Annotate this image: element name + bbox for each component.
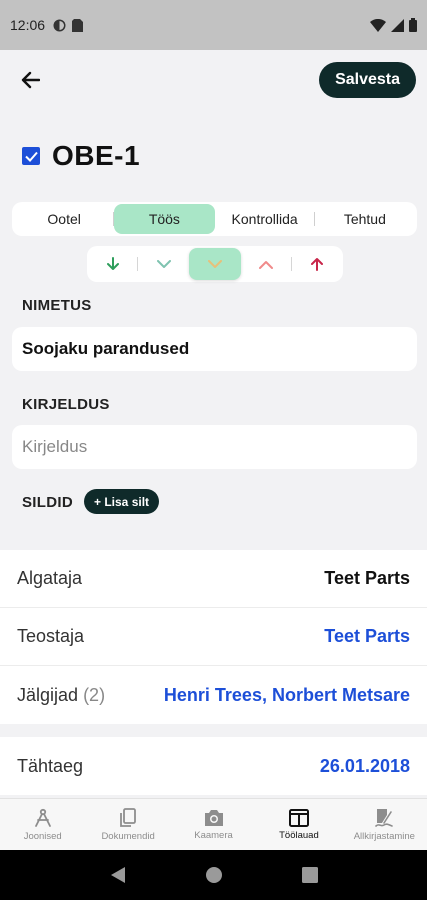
followers-value[interactable]: Henri Trees, Norbert Metsare [164, 685, 410, 706]
status-bar: 12:06 [0, 0, 427, 50]
initiator-value: Teet Parts [324, 568, 410, 588]
assignee-row[interactable]: Teostaja Teet Parts [0, 608, 427, 666]
priority-selector [87, 246, 343, 282]
check-icon [24, 151, 38, 162]
status-time: 12:06 [10, 17, 46, 33]
nav-kaamera[interactable]: Kaamera [171, 799, 256, 850]
documents-icon [120, 807, 137, 827]
initiator-label: Algataja [17, 568, 83, 588]
followers-label: Jälgijad [17, 684, 79, 705]
nav-joonised[interactable]: Joonised [0, 799, 85, 850]
nav-label: Dokumendid [101, 830, 155, 842]
priority-highest[interactable] [292, 248, 343, 280]
signature-icon [375, 808, 394, 827]
battery-icon [409, 18, 417, 32]
name-label: NIMETUS [22, 297, 92, 314]
title-row: OBE-1 [22, 140, 140, 172]
page-title: OBE-1 [52, 140, 141, 171]
arrow-down-icon [106, 257, 119, 270]
tab-label: Ootel [47, 211, 81, 227]
home-circle-icon[interactable] [205, 866, 223, 884]
details-group: Algataja Teet Parts Teostaja Teet Parts … [0, 550, 427, 724]
arrow-up-icon [311, 258, 324, 271]
back-triangle-icon[interactable] [110, 866, 126, 884]
tab-toos[interactable]: Töös [114, 204, 215, 234]
bottom-nav: Joonised Dokumendid Kaamera Töölauad All… [0, 798, 427, 850]
tab-label: Tehtud [343, 211, 386, 227]
nav-label: Joonised [23, 830, 62, 842]
wifi-icon [370, 18, 386, 32]
tab-kontrollida[interactable]: Kontrollida [215, 204, 315, 234]
followers-count: (2) [83, 684, 106, 705]
description-label: KIRJELDUS [22, 396, 110, 413]
arrow-left-icon [21, 71, 40, 89]
board-icon [288, 808, 309, 827]
priority-medium[interactable] [189, 248, 241, 280]
android-nav-bar [0, 850, 427, 900]
tab-ootel[interactable]: Ootel [14, 204, 115, 234]
done-checkbox[interactable] [22, 147, 40, 165]
signal-icon [391, 18, 404, 32]
name-field[interactable]: Soojaku parandused [12, 327, 417, 371]
priority-high[interactable] [241, 248, 292, 280]
save-button[interactable]: Salvesta [319, 62, 416, 98]
followers-label-group: Jälgijad (2) [17, 685, 105, 706]
recents-square-icon[interactable] [301, 867, 318, 883]
nav-dokumendid[interactable]: Dokumendid [85, 799, 170, 850]
tab-label: Kontrollida [231, 211, 298, 227]
initiator-row: Algataja Teet Parts [0, 550, 427, 608]
add-tag-button[interactable]: + Lisa silt [84, 489, 160, 514]
deadline-group: Tähtaeg 26.01.2018 [0, 737, 427, 795]
followers-row[interactable]: Jälgijad (2) Henri Trees, Norbert Metsar… [0, 666, 427, 724]
compass-icon [34, 808, 51, 827]
tags-label: SILDID [22, 494, 73, 511]
nav-label: Kaamera [194, 829, 233, 841]
assignee-value[interactable]: Teet Parts [324, 626, 410, 647]
nav-allkirjastamine[interactable]: Allkirjastamine [342, 799, 427, 850]
back-button[interactable] [14, 64, 46, 96]
nav-toolauad[interactable]: Töölauad [256, 799, 341, 850]
tab-label: Töös [148, 211, 180, 227]
deadline-row[interactable]: Tähtaeg 26.01.2018 [0, 737, 427, 795]
chevron-down-icon [156, 259, 171, 268]
priority-lowest[interactable] [87, 248, 139, 280]
tab-tehtud[interactable]: Tehtud [315, 204, 415, 234]
nav-label: Töölauad [279, 829, 319, 841]
assignee-label: Teostaja [17, 626, 85, 646]
sim-card-icon [72, 18, 84, 32]
nav-label: Allkirjastamine [353, 830, 415, 842]
status-tabs: Ootel Töös Kontrollida Tehtud [12, 202, 417, 236]
description-field[interactable]: Kirjeldus [12, 425, 417, 469]
chevron-down-icon [208, 259, 222, 268]
deadline-label: Tähtaeg [17, 755, 84, 776]
top-bar: Salvesta [0, 50, 427, 110]
priority-low[interactable] [138, 248, 189, 280]
camera-icon [204, 809, 223, 826]
sync-icon [53, 19, 66, 31]
chevron-up-icon [259, 260, 274, 269]
deadline-value[interactable]: 26.01.2018 [320, 756, 410, 777]
